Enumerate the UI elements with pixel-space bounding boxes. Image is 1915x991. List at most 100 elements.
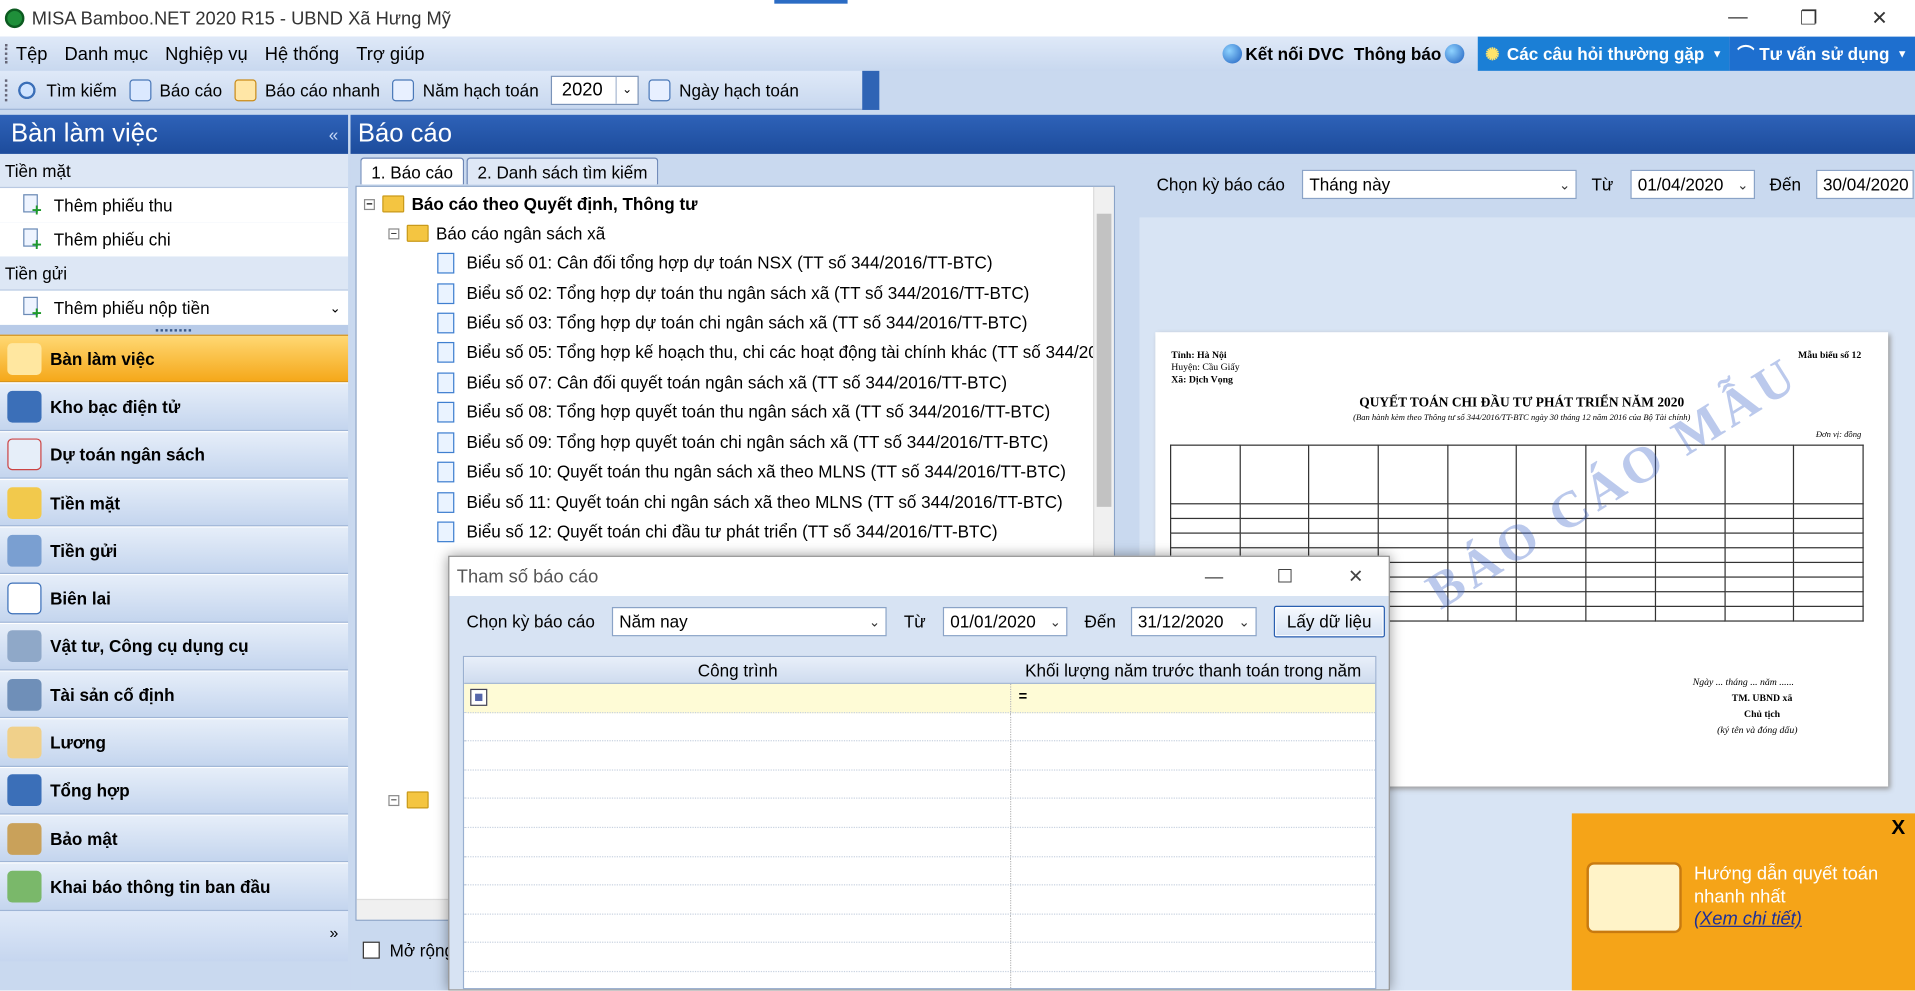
- grid-row[interactable]: =: [464, 683, 1376, 713]
- nav-deposit[interactable]: Tiền gửi: [0, 526, 349, 575]
- minimize-button[interactable]: —: [1702, 0, 1773, 37]
- expand-checkbox[interactable]: [362, 941, 380, 959]
- grid-row[interactable]: [464, 828, 1376, 857]
- support-button[interactable]: ⌒ Tư vấn sử dụng ▼: [1729, 36, 1915, 71]
- grid-row[interactable]: [464, 712, 1376, 742]
- tree-item[interactable]: Biểu số 08: Tổng hợp quyết toán thu ngân…: [437, 397, 1050, 426]
- tab-search-list[interactable]: 2. Danh sách tìm kiếm: [466, 157, 659, 185]
- menu-file[interactable]: Tệp: [16, 43, 48, 64]
- row-selector-icon[interactable]: [470, 688, 488, 706]
- preview-province: Tỉnh: Hà Nội: [1171, 349, 1227, 361]
- expand-option[interactable]: Mở rộng: [362, 940, 454, 960]
- nav-workspace[interactable]: Bàn làm việc: [0, 334, 349, 383]
- add-payment-link[interactable]: + Thêm phiếu chi: [0, 222, 349, 257]
- dialog-maximize-button[interactable]: ☐: [1251, 557, 1319, 596]
- tree-item[interactable]: Biểu số 03: Tổng hợp dự toán chi ngân sá…: [437, 308, 1027, 337]
- nav-summary[interactable]: Tổng hợp: [0, 766, 349, 815]
- menu-operations[interactable]: Nghiệp vụ: [165, 43, 247, 64]
- report-criteria: Chọn kỳ báo cáo Tháng này ⌄ Từ 01/04/2020…: [1139, 164, 1915, 206]
- nav-receipt[interactable]: Biên lai: [0, 574, 349, 623]
- report-button[interactable]: Báo cáo: [128, 78, 222, 101]
- chevron-more-icon[interactable]: »: [329, 923, 338, 941]
- from-date-input[interactable]: 01/04/2020 ⌄: [1630, 169, 1756, 200]
- add-receipt-link[interactable]: + Thêm phiếu thu: [0, 188, 349, 223]
- tree-item[interactable]: Biểu số 02: Tổng hợp dự toán thu ngân sá…: [437, 278, 1029, 307]
- dialog-to-date-input[interactable]: 31/12/2020 ⌄: [1130, 606, 1257, 637]
- period-select[interactable]: Tháng này ⌄: [1302, 169, 1577, 200]
- collapse-icon[interactable]: −: [363, 198, 375, 210]
- tree-item-label: Biểu số 01: Cân đối tổng hợp dự toán NSX…: [466, 252, 993, 273]
- faq-button[interactable]: ✺ Các câu hỏi thường gặp ▼: [1477, 36, 1730, 71]
- tree-item[interactable]: Biểu số 10: Quyết toán thu ngân sách xã …: [437, 457, 1066, 486]
- grid-row[interactable]: [464, 972, 1375, 989]
- collapse-icon[interactable]: «: [329, 125, 339, 145]
- menu-system[interactable]: Hệ thống: [265, 43, 339, 64]
- banner-link[interactable]: (Xem chi tiết): [1694, 909, 1802, 930]
- toolbar-overflow-button[interactable]: [862, 70, 880, 110]
- scroll-thumb[interactable]: [1096, 213, 1112, 507]
- nav-budget[interactable]: Dự toán ngân sách: [0, 430, 349, 479]
- fiscal-year-select[interactable]: 2020 ⌄: [550, 75, 639, 105]
- dialog-to-value: 31/12/2020: [1137, 611, 1224, 632]
- splitter-grip[interactable]: ▪▪▪▪▪▪▪▪: [0, 324, 349, 335]
- tree-item[interactable]: Biểu số 12: Quyết toán chi đầu tư phát t…: [437, 517, 998, 546]
- tree-root[interactable]: − Báo cáo theo Quyết định, Thông tư: [363, 189, 698, 218]
- nav-security[interactable]: Bảo mật: [0, 814, 349, 863]
- grid-row[interactable]: [464, 943, 1376, 973]
- chevron-down-icon: ⌄: [1238, 614, 1250, 630]
- close-button[interactable]: ✕: [1844, 0, 1915, 37]
- chevron-down-icon[interactable]: ⌄: [329, 300, 340, 316]
- grid-row[interactable]: [464, 856, 1376, 886]
- grid-row[interactable]: [464, 770, 1376, 800]
- grid-row[interactable]: [464, 885, 1376, 915]
- add-deposit-link[interactable]: + Thêm phiếu nộp tiền ⌄: [0, 290, 349, 325]
- dialog-from-value: 01/01/2020: [950, 611, 1036, 632]
- quick-report-button[interactable]: Báo cáo nhanh: [234, 78, 380, 101]
- params-grid: Công trình Khối lượng năm trước thanh to…: [462, 655, 1377, 990]
- to-date-input[interactable]: 30/04/2020: [1815, 169, 1914, 200]
- dialog-close-button[interactable]: ✕: [1321, 557, 1389, 596]
- setup-icon: [7, 870, 42, 903]
- posting-date-button[interactable]: Ngày hạch toán: [648, 78, 799, 101]
- nav-initial-info[interactable]: Khai báo thông tin ban đầu: [0, 862, 349, 911]
- nav-salary[interactable]: Lương: [0, 718, 349, 767]
- collapse-icon[interactable]: −: [388, 227, 400, 239]
- preview-unit: Đơn vị: đồng: [1815, 429, 1862, 440]
- folder-icon: [406, 224, 429, 242]
- connect-dvc-button[interactable]: Kết nối DVC: [1222, 43, 1344, 64]
- menu-help[interactable]: Trợ giúp: [356, 43, 424, 64]
- menu-catalog[interactable]: Danh mục: [65, 43, 149, 64]
- dialog-period-select[interactable]: Năm nay ⌄: [611, 606, 887, 637]
- notify-button[interactable]: Thông báo: [1354, 43, 1468, 64]
- grid-row[interactable]: [464, 799, 1376, 829]
- nav-cash[interactable]: Tiền mặt: [0, 478, 349, 527]
- nav-label: Bàn làm việc: [50, 348, 155, 369]
- tree-folder-collapsed[interactable]: −: [388, 785, 436, 814]
- tree-folder[interactable]: − Báo cáo ngân sách xã: [388, 219, 605, 248]
- tree-item[interactable]: Biểu số 11: Quyết toán chi ngân sách xã …: [437, 487, 1063, 516]
- tree-item[interactable]: Biểu số 01: Cân đối tổng hợp dự toán NSX…: [437, 248, 993, 277]
- tab-report[interactable]: 1. Báo cáo: [360, 157, 465, 185]
- to-value: 30/04/2020: [1823, 174, 1909, 195]
- col-project[interactable]: Công trình: [464, 657, 1011, 683]
- search-button[interactable]: Tìm kiếm: [15, 78, 117, 101]
- nav-treasury[interactable]: Kho bạc điện tử: [0, 382, 349, 431]
- report-header: Báo cáo: [350, 114, 1915, 154]
- tree-item[interactable]: Biểu số 09: Tổng hợp quyết toán chi ngân…: [437, 427, 1048, 456]
- report-file-icon: [437, 491, 455, 513]
- grid-row[interactable]: [464, 914, 1376, 944]
- nav-fixed-assets[interactable]: Tài sản cố định: [0, 670, 349, 719]
- grid-row[interactable]: [464, 741, 1376, 771]
- col-prior-volume[interactable]: Khối lượng năm trước thanh toán trong nă…: [1011, 657, 1375, 683]
- tree-item[interactable]: Biểu số 07: Cân đối quyết toán ngân sách…: [437, 368, 1007, 397]
- restore-button[interactable]: ❐: [1773, 0, 1844, 37]
- nav-label: Vật tư, Công cụ dụng cụ: [50, 636, 249, 657]
- tree-item[interactable]: Biểu số 05: Tổng hợp kế hoạch thu, chi c…: [437, 337, 1098, 366]
- nav-label: Tài sản cố định: [50, 684, 175, 705]
- dialog-minimize-button[interactable]: —: [1180, 557, 1248, 596]
- dialog-from-date-input[interactable]: 01/01/2020 ⌄: [942, 606, 1068, 637]
- collapse-icon[interactable]: −: [388, 794, 400, 806]
- fetch-data-button[interactable]: Lấy dữ liệu: [1273, 605, 1385, 638]
- banner-close-button[interactable]: X: [1891, 816, 1905, 840]
- nav-materials[interactable]: Vật tư, Công cụ dụng cụ: [0, 622, 349, 671]
